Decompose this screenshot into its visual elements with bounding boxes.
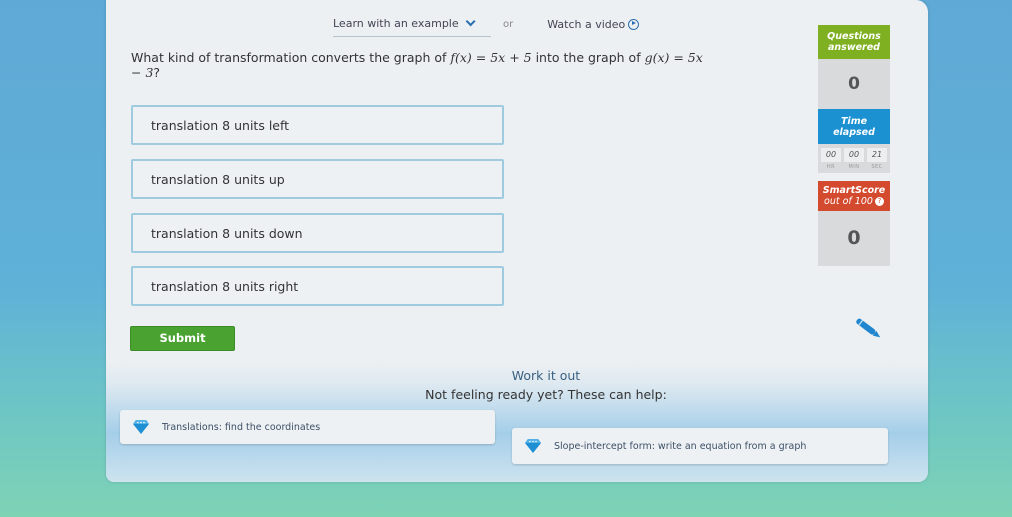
- help-icon[interactable]: ?: [874, 197, 884, 206]
- diamond-icon: [133, 420, 149, 434]
- watch-video-link[interactable]: Watch a video: [547, 17, 640, 31]
- timer-hours: 00 HR: [821, 148, 841, 170]
- smartscore-label: SmartScore: [822, 185, 886, 196]
- timer-minutes-value: 00: [844, 148, 864, 162]
- pencil-icon[interactable]: [852, 316, 886, 342]
- question-middle: into the graph of: [531, 50, 645, 65]
- top-links: Learn with an example or Watch a video: [333, 16, 640, 37]
- timer-seconds-label: SEC: [871, 164, 883, 170]
- timer-hours-label: HR: [826, 164, 836, 170]
- answer-choice-left[interactable]: translation 8 units left: [131, 105, 504, 145]
- smartscore-header: SmartScore out of 100?: [818, 181, 890, 211]
- help-link-translations[interactable]: Translations: find the coordinates: [120, 410, 495, 444]
- timer: 00 HR 00 MIN 21 SEC: [818, 144, 890, 173]
- help-subtitle: Not feeling ready yet? These can help:: [425, 387, 667, 402]
- stats-sidebar: Questions answered 0 Time elapsed 00 HR …: [818, 25, 890, 266]
- questions-answered-label-2: answered: [828, 42, 880, 53]
- questions-answered-value: 0: [818, 59, 890, 109]
- submit-button[interactable]: Submit: [130, 326, 235, 351]
- help-link-slope-intercept[interactable]: Slope-intercept form: write an equation …: [512, 428, 888, 464]
- timer-hours-value: 00: [821, 148, 841, 162]
- work-it-out-title: Work it out: [511, 368, 581, 383]
- question-text: What kind of transformation converts the…: [131, 50, 711, 80]
- learn-with-example-label: Learn with an example: [333, 17, 459, 30]
- watch-video-label: Watch a video: [547, 17, 626, 31]
- smartscore-value: 0: [818, 211, 890, 266]
- f-expression: f(x) = 5x + 5: [450, 50, 532, 65]
- or-separator: or: [503, 18, 514, 30]
- timer-minutes-label: MIN: [848, 164, 860, 170]
- questions-answered-header: Questions answered: [818, 25, 890, 59]
- time-elapsed-header: Time elapsed: [818, 109, 890, 144]
- answer-choice-right[interactable]: translation 8 units right: [131, 266, 504, 306]
- timer-minutes: 00 MIN: [844, 148, 864, 170]
- time-elapsed-label: Time: [840, 115, 868, 127]
- answer-choice-down[interactable]: translation 8 units down: [131, 213, 504, 253]
- time-elapsed-label-2: elapsed: [833, 126, 875, 138]
- timer-seconds-value: 21: [867, 148, 887, 162]
- play-circle-icon: [628, 18, 640, 30]
- help-link-label: Slope-intercept form: write an equation …: [554, 440, 807, 452]
- choice-label: translation 8 units left: [151, 117, 290, 133]
- question-suffix: ?: [153, 65, 161, 80]
- answer-choice-up[interactable]: translation 8 units up: [131, 159, 504, 199]
- diamond-icon: [525, 439, 541, 453]
- question-prefix: What kind of transformation converts the…: [131, 50, 451, 65]
- learn-with-example-link[interactable]: Learn with an example: [333, 16, 491, 37]
- choice-label: translation 8 units down: [151, 225, 303, 241]
- chevron-down-icon: [465, 16, 476, 27]
- timer-seconds: 21 SEC: [867, 148, 887, 170]
- smartscore-sublabel: out of 100: [824, 196, 873, 207]
- choice-label: translation 8 units right: [151, 278, 299, 294]
- help-link-label: Translations: find the coordinates: [162, 421, 321, 433]
- questions-answered-label: Questions: [827, 31, 881, 42]
- choice-label: translation 8 units up: [151, 171, 285, 187]
